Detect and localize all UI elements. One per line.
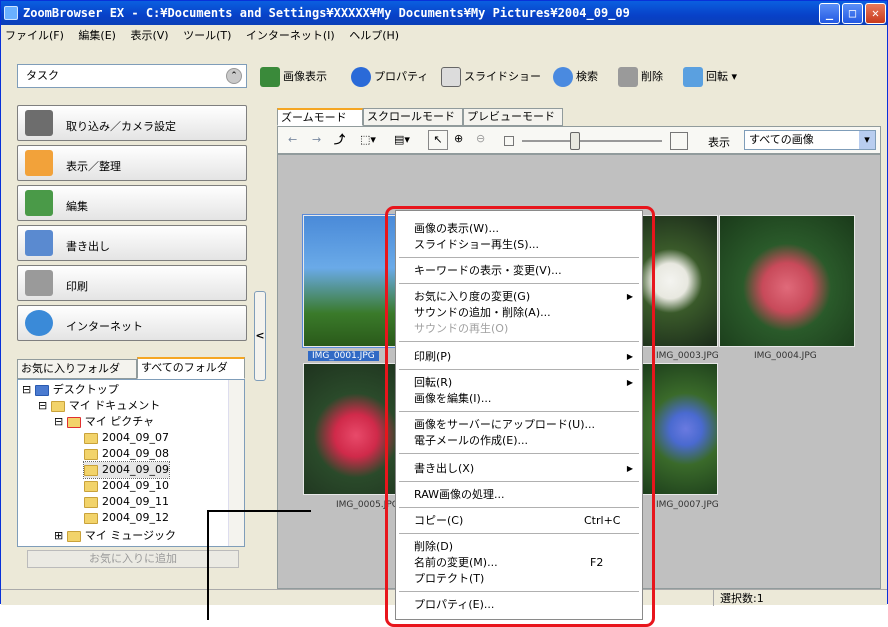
printer-icon xyxy=(25,270,53,296)
highlight-frame xyxy=(385,206,655,627)
tree-node-selected[interactable]: 2004_09_09 xyxy=(83,461,170,479)
callout-line xyxy=(207,510,311,620)
tree-node[interactable]: 2004_09_12 xyxy=(84,510,169,526)
pointer-icon[interactable]: ↖ xyxy=(428,130,448,150)
collapse-icon[interactable]: ⊟ xyxy=(54,415,67,428)
tree-node[interactable]: ⊞ マイ ミュージック xyxy=(54,528,176,544)
close-button[interactable]: ✕ xyxy=(865,3,886,24)
folder-icon xyxy=(50,400,65,412)
thumbnail-caption: IMG_0003.JPG xyxy=(656,351,719,361)
delete-button[interactable]: 削除 xyxy=(618,63,663,91)
up-arrow-icon[interactable]: ⤴ xyxy=(334,131,345,147)
tab-favorite-folders[interactable]: お気に入りフォルダ xyxy=(17,359,137,379)
slideshow-icon xyxy=(441,67,461,87)
zoom-in-icon[interactable]: ⊕ xyxy=(454,132,463,145)
task-view-button[interactable]: 表示／整理 xyxy=(17,145,247,181)
zoom-slider-thumb[interactable] xyxy=(570,132,580,150)
task-import-button[interactable]: 取り込み／カメラ設定 xyxy=(17,105,247,141)
tree-node[interactable]: 2004_09_07 xyxy=(84,430,169,446)
collapse-icon[interactable]: ⌃ xyxy=(226,68,242,84)
small-size-icon xyxy=(504,136,514,146)
zoom-out-icon[interactable]: ⊖ xyxy=(476,132,485,145)
folder-icon xyxy=(66,530,81,542)
folder-tabs: お気に入りフォルダ すべてのフォルダ xyxy=(17,357,245,379)
tree-node[interactable]: 2004_09_10 xyxy=(84,478,169,494)
open-folder-icon xyxy=(84,464,98,476)
thumbnail-caption: IMG_0007.JPG xyxy=(656,500,719,510)
task-header[interactable]: タスク ⌃ xyxy=(17,64,247,88)
favorite-folder-icon xyxy=(66,416,81,428)
task-print-button[interactable]: 印刷 xyxy=(17,265,247,301)
tree-node[interactable]: ⊟ マイ ドキュメント xyxy=(38,398,160,414)
export-icon xyxy=(25,230,53,256)
thumbnail-size-icon[interactable]: ▤▾ xyxy=(394,133,410,146)
chevron-down-icon[interactable]: ▾ xyxy=(859,131,875,149)
forward-arrow-icon[interactable]: → xyxy=(312,133,321,146)
menu-bar: ファイル(F) 編集(E) 表示(V) ツール(T) インターネット(I) ヘル… xyxy=(1,26,887,46)
properties-button[interactable]: プロパティ xyxy=(351,63,428,91)
view-image-button[interactable]: 画像表示 xyxy=(260,63,327,91)
search-icon xyxy=(553,67,573,87)
folder-icon xyxy=(84,432,98,444)
tree-node[interactable]: 2004_09_08 xyxy=(84,446,169,462)
edit-icon xyxy=(25,190,53,216)
view-options-bar: ← → ⤴ ⬚▾ ▤▾ ↖ ⊕ ⊖ 表示 すべての画像 ▾ xyxy=(277,126,881,154)
menu-internet[interactable]: インターネット(I) xyxy=(246,29,335,42)
tab-scroll-mode[interactable]: スクロールモード xyxy=(363,108,463,126)
display-label: 表示 xyxy=(708,136,730,149)
tab-preview-mode[interactable]: プレビューモード xyxy=(463,108,563,126)
folder-icon xyxy=(84,480,98,492)
folder-icon xyxy=(84,448,98,460)
task-edit-button[interactable]: 編集 xyxy=(17,185,247,221)
maximize-button[interactable]: □ xyxy=(842,3,863,24)
thumbnail-caption: IMG_0004.JPG xyxy=(754,351,817,361)
minimize-button[interactable]: _ xyxy=(819,3,840,24)
slideshow-button[interactable]: スライドショー xyxy=(441,63,541,91)
main-toolbar: 画像表示 プロパティ スライドショー 検索 削除 回転 ▾ xyxy=(256,63,886,91)
menu-edit[interactable]: 編集(E) xyxy=(78,29,116,42)
camera-icon xyxy=(25,110,53,136)
rotate-button[interactable]: 回転 ▾ xyxy=(683,63,737,91)
search-button[interactable]: 検索 xyxy=(553,63,598,91)
tree-node[interactable]: ⊟ デスクトップ xyxy=(22,382,119,398)
image-icon xyxy=(260,67,280,87)
tree-node[interactable]: ⊟ マイ ピクチャ xyxy=(54,414,154,430)
expand-icon[interactable]: ⊞ xyxy=(54,529,67,542)
filter-select[interactable]: すべての画像 ▾ xyxy=(744,130,876,150)
title-bar[interactable]: ZoomBrowser EX - C:¥Documents and Settin… xyxy=(1,1,887,25)
folder-icon xyxy=(84,496,98,508)
info-icon xyxy=(351,67,371,87)
select-mode-icon[interactable]: ⬚▾ xyxy=(360,133,376,146)
menu-help[interactable]: ヘルプ(H) xyxy=(349,29,399,42)
folder-icon xyxy=(84,512,98,524)
globe-icon xyxy=(25,310,53,336)
trash-icon xyxy=(618,67,638,87)
task-export-button[interactable]: 書き出し xyxy=(17,225,247,261)
panel-collapse-handle[interactable]: < xyxy=(254,291,266,381)
app-icon xyxy=(4,6,18,20)
task-internet-button[interactable]: インターネット xyxy=(17,305,247,341)
rotate-icon xyxy=(683,67,703,87)
thumbnail-image[interactable] xyxy=(719,215,855,347)
back-arrow-icon[interactable]: ← xyxy=(288,133,297,146)
menu-tools[interactable]: ツール(T) xyxy=(183,29,231,42)
task-header-label: タスク xyxy=(26,69,59,82)
tab-zoom-mode[interactable]: ズームモード xyxy=(277,108,363,126)
folder-icon xyxy=(25,150,53,176)
tab-all-folders[interactable]: すべてのフォルダ xyxy=(137,357,245,379)
menu-file[interactable]: ファイル(F) xyxy=(5,29,64,42)
collapse-icon[interactable]: ⊟ xyxy=(22,383,35,396)
tree-node[interactable]: 2004_09_11 xyxy=(84,494,169,510)
view-mode-tabs: ズームモード スクロールモード プレビューモード xyxy=(277,108,567,126)
window-title: ZoomBrowser EX - C:¥Documents and Settin… xyxy=(23,6,630,20)
collapse-icon[interactable]: ⊟ xyxy=(38,399,51,412)
zoom-slider-track[interactable] xyxy=(522,140,662,142)
desktop-icon xyxy=(34,384,49,396)
large-size-icon xyxy=(670,132,688,150)
thumbnail-caption: IMG_0001.JPG xyxy=(308,351,379,361)
menu-view[interactable]: 表示(V) xyxy=(130,29,168,42)
selection-count: 選択数:1 xyxy=(713,590,764,606)
